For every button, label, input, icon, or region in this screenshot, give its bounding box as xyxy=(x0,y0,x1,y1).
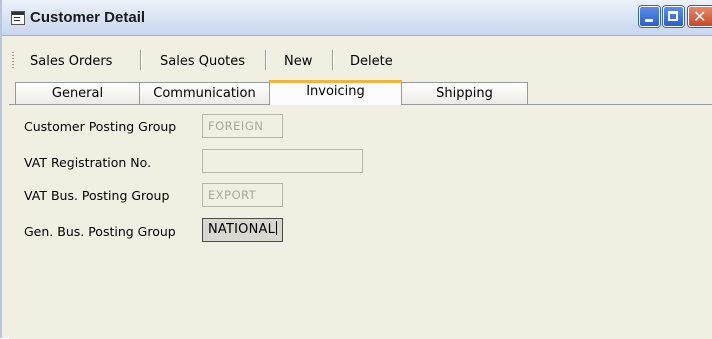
new-button[interactable]: New xyxy=(284,54,312,69)
tab-general[interactable]: General xyxy=(15,82,140,104)
maximize-icon xyxy=(668,11,678,21)
toolbar-grip[interactable] xyxy=(12,52,14,68)
vat-bus-posting-group-label: VAT Bus. Posting Group xyxy=(24,188,170,203)
vat-registration-no-label: VAT Registration No. xyxy=(24,155,152,170)
tab-communication[interactable]: Communication xyxy=(139,82,270,104)
toolbar-separator xyxy=(332,50,334,70)
maximize-button[interactable] xyxy=(663,6,684,27)
toolbar-separator xyxy=(140,50,142,70)
title-bar[interactable]: Customer Detail ✕ xyxy=(2,0,712,36)
toolbar-separator xyxy=(265,50,267,70)
close-button[interactable]: ✕ xyxy=(688,6,712,27)
sales-orders-button[interactable]: Sales Orders xyxy=(30,54,112,69)
customer-posting-group-label: Customer Posting Group xyxy=(24,119,177,134)
tab-strip: General Communication Invoicing Shipping xyxy=(4,80,712,105)
delete-button[interactable]: Delete xyxy=(350,54,393,69)
text-caret xyxy=(276,221,278,235)
gen-bus-posting-group-value: NATIONAL xyxy=(208,222,276,237)
customer-detail-window: Customer Detail ✕ Sales Orders Sales Quo… xyxy=(0,0,712,339)
invoicing-panel xyxy=(9,104,712,339)
window-title: Customer Detail xyxy=(30,9,146,26)
toolbar: Sales Orders Sales Quotes New Delete xyxy=(4,46,712,74)
form-icon xyxy=(11,11,25,25)
vat-registration-no-field[interactable] xyxy=(202,149,363,173)
customer-posting-group-field[interactable]: FOREIGN xyxy=(202,114,283,138)
minimize-button[interactable] xyxy=(639,6,660,27)
sales-quotes-button[interactable]: Sales Quotes xyxy=(160,54,245,69)
tab-shipping[interactable]: Shipping xyxy=(401,82,528,104)
close-icon: ✕ xyxy=(693,7,707,26)
vat-bus-posting-group-field[interactable]: EXPORT xyxy=(202,183,283,207)
minimize-icon xyxy=(645,19,653,22)
gen-bus-posting-group-field[interactable]: NATIONAL xyxy=(202,218,283,242)
gen-bus-posting-group-label: Gen. Bus. Posting Group xyxy=(24,224,176,239)
tab-invoicing[interactable]: Invoicing xyxy=(269,80,402,105)
